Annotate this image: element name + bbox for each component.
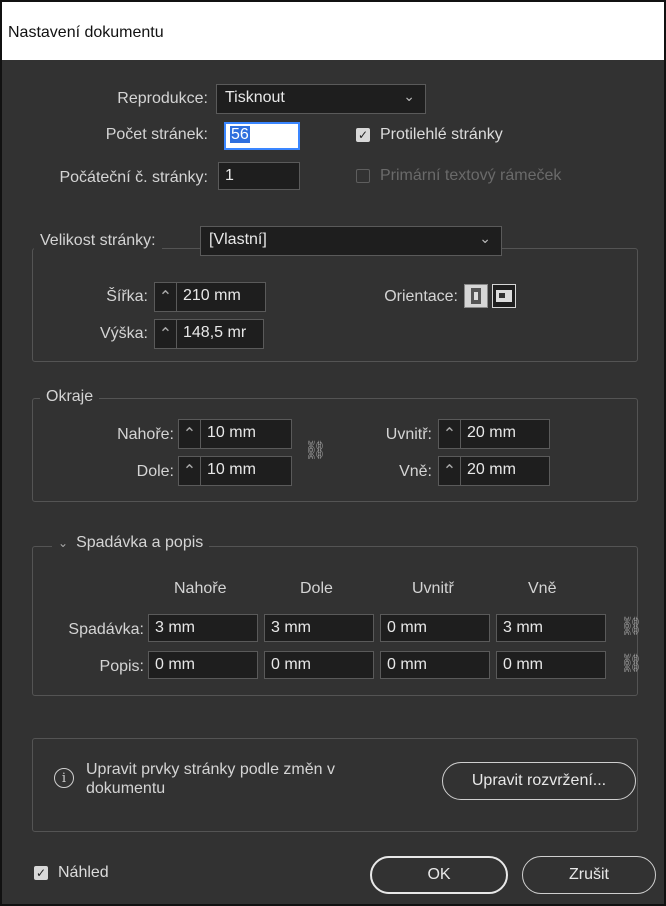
intent-label: Reprodukce: [117, 90, 208, 107]
checkmark-icon: ✓ [34, 866, 48, 880]
ok-button[interactable]: OK [370, 856, 508, 894]
column-header-top: Nahoře [174, 580, 227, 597]
stepper-arrows-icon[interactable]: ⌃ [439, 420, 461, 448]
bleed-inside-input[interactable]: 0 mm [380, 614, 490, 642]
margin-bottom-label: Dole: [136, 463, 174, 480]
orientation-label: Orientace: [384, 288, 458, 305]
page-size-value: [Vlastní] [209, 231, 267, 248]
intent-value: Tisknout [225, 89, 285, 106]
primary-text-frame-label: Primární textový rámeček [380, 167, 562, 184]
margin-outside-stepper[interactable]: ⌃ 20 mm [438, 456, 550, 486]
margin-outside-value: 20 mm [467, 461, 516, 478]
start-page-input[interactable]: 1 [218, 162, 300, 190]
slug-link-icon[interactable]: ⛓ [620, 653, 643, 674]
slug-bottom-input[interactable]: 0 mm [264, 651, 374, 679]
preview-checkbox[interactable]: ✓ Náhled [34, 864, 109, 882]
bleed-outside-input[interactable]: 3 mm [496, 614, 606, 642]
margin-outside-label: Vně: [399, 463, 432, 480]
facing-pages-label: Protilehlé stránky [380, 126, 503, 143]
bleed-slug-title: Spadávka a popis [76, 534, 204, 551]
margin-inside-stepper[interactable]: ⌃ 20 mm [438, 419, 550, 449]
height-stepper[interactable]: ⌃ 148,5 mr [154, 319, 264, 349]
pages-label: Počet stránek: [105, 126, 208, 143]
portrait-orientation-icon[interactable] [464, 284, 488, 308]
document-setup-dialog: Nastavení dokumentu Reprodukce: Tisknout… [0, 0, 666, 906]
bleed-bottom-input[interactable]: 3 mm [264, 614, 374, 642]
bleed-slug-legend[interactable]: ⌄ Spadávka a popis [52, 534, 210, 552]
checkbox-empty-icon [356, 169, 370, 183]
stepper-arrows-icon[interactable]: ⌃ [155, 320, 177, 348]
margin-top-value: 10 mm [207, 424, 256, 441]
width-stepper[interactable]: ⌃ 210 mm [154, 282, 266, 312]
checkmark-icon: ✓ [356, 128, 370, 142]
cancel-button[interactable]: Zrušit [522, 856, 656, 894]
margin-top-label: Nahoře: [117, 426, 174, 443]
stepper-arrows-icon[interactable]: ⌃ [179, 420, 201, 448]
dialog-title: Nastavení dokumentu [2, 2, 664, 60]
info-icon: i [54, 768, 74, 788]
column-header-bottom: Dole [300, 580, 333, 597]
preview-label: Náhled [58, 864, 109, 881]
page-size-label: Velikost stránky: [34, 232, 162, 250]
margin-inside-value: 20 mm [467, 424, 516, 441]
slug-top-input[interactable]: 0 mm [148, 651, 258, 679]
page-size-dropdown[interactable]: [Vlastní] ⌄ [200, 226, 502, 256]
stepper-arrows-icon[interactable]: ⌃ [179, 457, 201, 485]
pages-value: 56 [230, 126, 250, 143]
chevron-down-icon: ⌄ [403, 88, 415, 104]
start-page-label: Počáteční č. stránky: [59, 169, 208, 186]
facing-pages-checkbox[interactable]: ✓ Protilehlé stránky [356, 126, 503, 144]
margin-bottom-value: 10 mm [207, 461, 256, 478]
slug-label: Popis: [99, 658, 144, 675]
margin-top-stepper[interactable]: ⌃ 10 mm [178, 419, 292, 449]
width-label: Šířka: [106, 288, 148, 305]
bleed-label: Spadávka: [68, 621, 144, 638]
height-label: Výška: [99, 325, 148, 342]
dialog-content: Reprodukce: Tisknout ⌄ Počet stránek: 56… [8, 60, 658, 904]
margins-group [32, 398, 638, 502]
margins-legend: Okraje [40, 388, 100, 406]
bleed-top-input[interactable]: 3 mm [148, 614, 258, 642]
landscape-orientation-icon[interactable] [492, 284, 516, 308]
chevron-down-icon: ⌄ [58, 536, 69, 550]
margins-link-icon[interactable]: ⛓ [304, 440, 327, 461]
width-value: 210 mm [183, 287, 241, 304]
stepper-arrows-icon[interactable]: ⌃ [155, 283, 177, 311]
column-header-inside: Uvnitř [412, 580, 454, 597]
bleed-link-icon[interactable]: ⛓ [620, 616, 643, 637]
pages-input[interactable]: 56 [224, 122, 300, 150]
primary-text-frame-checkbox[interactable]: Primární textový rámeček [356, 167, 561, 185]
slug-inside-input[interactable]: 0 mm [380, 651, 490, 679]
margin-inside-label: Uvnitř: [385, 426, 432, 443]
chevron-down-icon: ⌄ [479, 230, 491, 246]
adjust-layout-button[interactable]: Upravit rozvržení... [442, 762, 636, 800]
height-value: 148,5 mr [183, 324, 247, 341]
margin-bottom-stepper[interactable]: ⌃ 10 mm [178, 456, 292, 486]
stepper-arrows-icon[interactable]: ⌃ [439, 457, 461, 485]
intent-dropdown[interactable]: Tisknout ⌄ [216, 84, 426, 114]
slug-outside-input[interactable]: 0 mm [496, 651, 606, 679]
column-header-outside: Vně [528, 580, 557, 597]
adjust-info-text: Upravit prvky stránky podle změn v dokum… [86, 761, 335, 797]
